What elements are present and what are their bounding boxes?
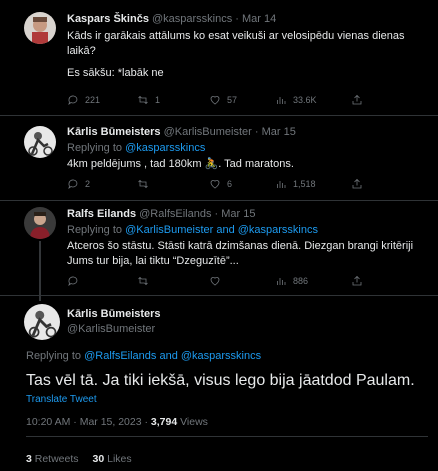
- author-handle[interactable]: @RalfsEilands · Mar 15: [139, 208, 255, 220]
- views-icon: [277, 181, 286, 188]
- translate-tweet-link[interactable]: Translate Tweet: [26, 394, 97, 405]
- tweet[interactable]: Kaspars Škinčs @kasparsskincs · Mar 14 K…: [0, 0, 438, 116]
- share-icon: [352, 94, 362, 105]
- reply-button[interactable]: 2: [67, 178, 90, 190]
- share-icon: [352, 275, 362, 286]
- tweet-text-2: Jums tur bija, lai tiktu “Dzeguzītē”...: [67, 255, 239, 267]
- retweet-button[interactable]: [137, 178, 155, 190]
- reply-icon: [68, 95, 78, 105]
- share-button[interactable]: [351, 178, 363, 190]
- avatar[interactable]: [24, 12, 56, 44]
- author-name[interactable]: Ralfs Eilands: [67, 208, 136, 220]
- replying-to-prefix: Replying to: [26, 350, 85, 362]
- author-handle[interactable]: @kasparsskincs · Mar 14: [152, 13, 276, 25]
- like-count: 57: [227, 95, 238, 105]
- heart-icon: [210, 180, 220, 189]
- retweet-count: 1: [155, 95, 161, 105]
- retweet-icon: [138, 179, 148, 189]
- like-button[interactable]: 57: [209, 94, 237, 106]
- views-button[interactable]: 886: [275, 275, 308, 287]
- likes-label: Likes: [104, 453, 132, 465]
- author-handle[interactable]: @KarlisBumeister · Mar 15: [164, 126, 296, 138]
- reply-count: 221: [85, 95, 101, 105]
- heart-icon: [210, 96, 220, 105]
- share-icon: [352, 178, 362, 189]
- likes-stat[interactable]: 30 Likes: [93, 453, 132, 465]
- replying-to-prefix: Replying to: [67, 142, 126, 154]
- tweet-stats: 3 Retweets 30 Likes: [26, 453, 132, 465]
- views-label: Views: [177, 416, 208, 428]
- replying-to: Replying to @KarlisBumeister and @kaspar…: [67, 223, 428, 237]
- reply-button[interactable]: 221: [67, 94, 100, 106]
- views-count: 1,518: [293, 179, 316, 189]
- replying-to-link[interactable]: @kasparsskincs: [125, 142, 205, 154]
- avatar[interactable]: [24, 126, 56, 158]
- tweet-meta: 10:20 AM · Mar 15, 2023 · 3,794 Views: [26, 416, 208, 428]
- timestamp[interactable]: 10:20 AM · Mar 15, 2023 ·: [26, 416, 151, 428]
- share-button[interactable]: [351, 275, 363, 287]
- retweets-label: Retweets: [31, 453, 79, 465]
- avatar[interactable]: [24, 207, 56, 239]
- share-button[interactable]: [351, 94, 363, 106]
- replying-to-prefix: Replying to: [67, 224, 126, 236]
- replying-to-link[interactable]: @RalfsEilands and @kasparsskincs: [84, 350, 261, 362]
- like-button[interactable]: 6: [209, 178, 232, 190]
- heart-icon: [210, 277, 220, 286]
- avatar[interactable]: [24, 304, 60, 340]
- retweet-icon: [138, 276, 148, 286]
- retweet-button[interactable]: [137, 275, 155, 287]
- tweet[interactable]: Ralfs Eilands @RalfsEilands · Mar 15 Rep…: [0, 201, 438, 301]
- author-name[interactable]: Kārlis Būmeisters: [67, 126, 161, 138]
- tweet-text-2: Es sākšu: *labāk ne: [67, 67, 164, 79]
- reply-button[interactable]: [67, 275, 85, 287]
- views-button[interactable]: 1,518: [275, 178, 316, 190]
- views-icon: [277, 97, 286, 104]
- tweet-text: Atceros šo stāstu. Stāsti katrā dzimšana…: [67, 240, 414, 252]
- like-button[interactable]: [209, 275, 227, 287]
- author-handle[interactable]: @KarlisBumeister: [67, 323, 155, 335]
- tweet-text: Tas vēl tā. Ja tiki iekšā, visus lego bi…: [26, 372, 415, 389]
- views-button[interactable]: 33.6K: [275, 94, 317, 106]
- replying-to: Replying to @RalfsEilands and @kasparssk…: [26, 350, 261, 362]
- views-count: 3,794: [150, 416, 178, 428]
- like-count: 6: [227, 179, 233, 189]
- retweets-stat[interactable]: 3 Retweets: [26, 453, 79, 465]
- likes-count: 30: [92, 453, 105, 465]
- tweet[interactable]: Kārlis Būmeisters @KarlisBumeister · Mar…: [0, 116, 438, 201]
- reply-icon: [68, 179, 78, 189]
- views-count: 886: [293, 276, 309, 286]
- replying-to: Replying to @kasparsskincs: [67, 141, 428, 155]
- reply-count: 2: [85, 179, 91, 189]
- replying-to-link[interactable]: @KarlisBumeister and @kasparsskincs: [125, 224, 318, 236]
- tweet-text: Kāds ir garākais attālums ko esat veikuš…: [67, 30, 405, 57]
- tweet-text: 4km peldējums , tad 180km 🚴‍. Tad marato…: [67, 158, 294, 170]
- author-name[interactable]: Kārlis Būmeisters: [67, 308, 161, 320]
- retweet-button[interactable]: 1: [137, 94, 160, 106]
- views-icon: [277, 278, 286, 285]
- focused-tweet: Kārlis Būmeisters @KarlisBumeister Reply…: [0, 296, 438, 471]
- retweet-icon: [138, 95, 148, 105]
- reply-icon: [68, 276, 78, 286]
- author-name[interactable]: Kaspars Škinčs: [67, 13, 149, 25]
- views-count: 33.6K: [293, 95, 317, 105]
